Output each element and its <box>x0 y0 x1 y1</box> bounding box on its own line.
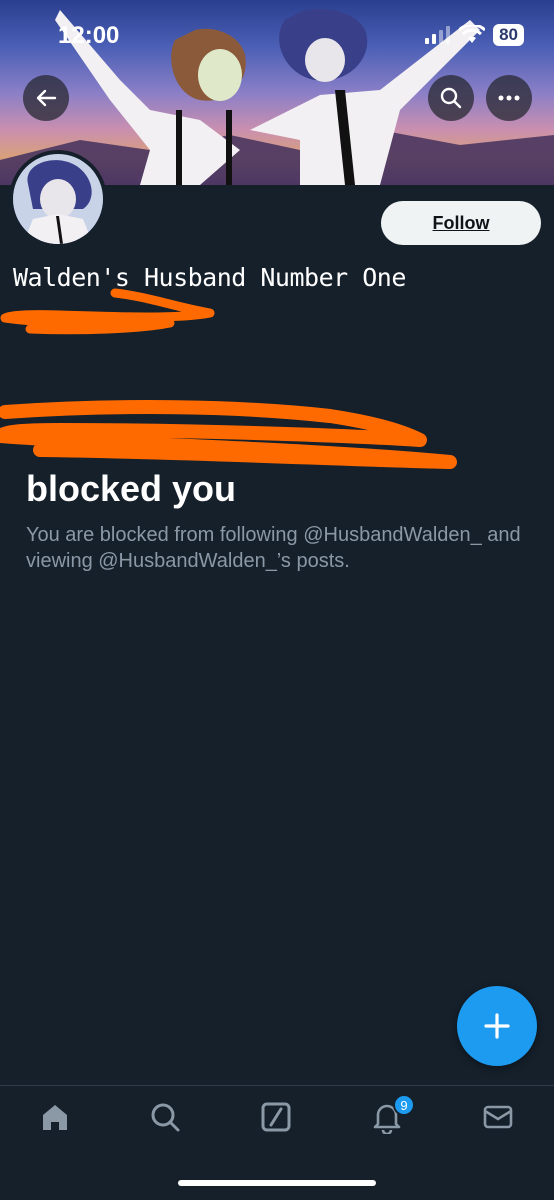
redaction-scribble-name <box>0 400 457 469</box>
search-icon <box>440 87 462 109</box>
home-indicator <box>178 1180 376 1186</box>
compose-button[interactable] <box>457 986 537 1066</box>
avatar-illustration <box>13 154 103 244</box>
battery-level: 80 <box>493 24 524 46</box>
nav-home[interactable] <box>35 1097 75 1137</box>
home-icon <box>43 1105 67 1130</box>
search-button[interactable] <box>428 75 474 121</box>
avatar[interactable] <box>9 150 107 248</box>
status-time: 12:00 <box>58 22 120 49</box>
search-icon <box>151 1103 180 1132</box>
notification-badge: 9 <box>393 1094 415 1116</box>
mail-icon <box>483 1105 513 1129</box>
grok-icon <box>261 1102 291 1132</box>
arrow-left-icon <box>36 89 57 107</box>
nav-grok[interactable] <box>256 1097 296 1137</box>
more-options-button[interactable] <box>486 75 532 121</box>
ellipsis-icon <box>498 95 520 101</box>
blocked-description: You are blocked from following @HusbandW… <box>26 524 521 572</box>
plus-icon <box>484 1013 510 1039</box>
status-icons: 80 <box>425 24 524 46</box>
follow-button[interactable]: Follow <box>381 201 541 245</box>
redaction-scribble-handle <box>0 288 215 335</box>
back-button[interactable] <box>23 75 69 121</box>
nav-search[interactable] <box>145 1097 185 1137</box>
nav-messages[interactable] <box>478 1097 518 1137</box>
blocked-title: blocked you <box>26 468 237 509</box>
cellular-signal-icon <box>425 26 451 44</box>
wifi-icon <box>459 25 486 43</box>
